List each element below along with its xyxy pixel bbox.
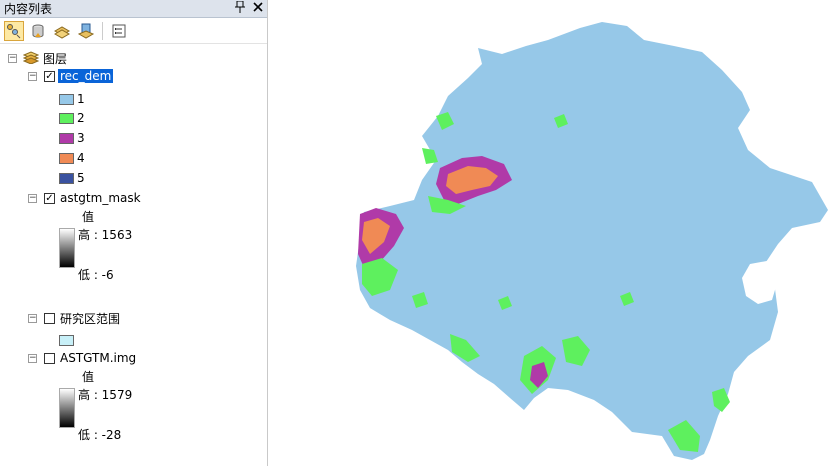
- legend-low: 低 : -6: [78, 266, 114, 282]
- layer-group-label: 图层: [43, 51, 68, 66]
- collapse-icon[interactable]: −: [28, 353, 37, 363]
- list-by-drawing-order-icon[interactable]: [4, 20, 24, 41]
- legend-low: 低 : -28: [78, 426, 121, 442]
- legend-value-title-text: 值: [82, 369, 95, 384]
- list-by-visibility-icon[interactable]: [52, 21, 72, 41]
- layer-name[interactable]: rec_dem: [58, 69, 114, 83]
- toc-titlebar: 内容列表: [0, 0, 267, 18]
- table-of-contents-panel: 内容列表 − 图层 − ✓ rec_dem 1 2 3 4 5 − ✓ astg…: [0, 0, 268, 466]
- legend-high: 高 : 1579: [78, 386, 132, 402]
- toc-title: 内容列表: [4, 2, 53, 16]
- legend-low-text: 低 : -6: [78, 267, 114, 282]
- legend-class-label: 5: [77, 171, 85, 185]
- map-display[interactable]: [272, 0, 835, 466]
- legend-value-title: 值: [82, 368, 94, 384]
- legend-class-row: 2: [59, 110, 85, 126]
- legend-fill-row: [59, 332, 74, 348]
- layer-name[interactable]: 研究区范围: [60, 310, 120, 327]
- legend-class-row: 3: [59, 130, 85, 146]
- legend-swatch: [59, 112, 74, 124]
- legend-swatch: [59, 172, 74, 184]
- close-icon[interactable]: [253, 1, 263, 16]
- layer-row-astgtm-mask[interactable]: − ✓ astgtm_mask: [28, 190, 141, 206]
- legend-high: 高 : 1563: [78, 226, 132, 242]
- legend-swatch: [59, 152, 74, 164]
- legend-class-row: 5: [59, 170, 85, 186]
- layer-name[interactable]: astgtm_mask: [60, 191, 141, 205]
- layers-group-icon: [22, 50, 40, 67]
- list-by-source-icon[interactable]: [28, 21, 48, 41]
- layer-visibility-checkbox[interactable]: ✓: [44, 192, 55, 204]
- legend-class-label: 3: [77, 131, 85, 145]
- legend-value-title: 值: [82, 208, 94, 224]
- legend-color-ramp: [59, 228, 75, 268]
- legend-swatch: [59, 132, 74, 144]
- collapse-icon[interactable]: −: [28, 313, 37, 323]
- layer-visibility-checkbox[interactable]: [44, 312, 55, 324]
- legend-high-text: 高 : 1579: [78, 387, 133, 402]
- layer-group-row[interactable]: − 图层: [8, 50, 67, 66]
- legend-swatch: [59, 93, 74, 105]
- legend-class-label: 4: [77, 151, 85, 165]
- layer-visibility-checkbox[interactable]: ✓: [44, 70, 55, 82]
- collapse-icon[interactable]: −: [8, 53, 17, 63]
- map-canvas[interactable]: [272, 0, 835, 466]
- layer-row-study-area[interactable]: − 研究区范围: [28, 310, 120, 326]
- pin-icon[interactable]: [235, 0, 245, 17]
- legend-low-text: 低 : -28: [78, 427, 122, 442]
- layer-row-astgtm-img[interactable]: − ASTGTM.img: [28, 350, 136, 366]
- list-by-selection-icon[interactable]: [76, 21, 96, 41]
- legend-color-ramp: [59, 388, 75, 428]
- legend-value-title-text: 值: [82, 209, 95, 224]
- study-region-raster: [356, 22, 828, 460]
- layer-visibility-checkbox[interactable]: [44, 352, 55, 364]
- collapse-icon[interactable]: −: [28, 71, 37, 81]
- options-icon[interactable]: [109, 21, 129, 41]
- legend-high-text: 高 : 1563: [78, 227, 133, 242]
- legend-class-row: 4: [59, 150, 85, 166]
- legend-class-row: 1: [59, 91, 85, 107]
- legend-class-label: 1: [77, 92, 85, 106]
- toc-toolbar: [0, 18, 267, 44]
- collapse-icon[interactable]: −: [28, 193, 37, 203]
- layer-row-rec-dem[interactable]: − ✓ rec_dem: [28, 68, 114, 84]
- layer-name[interactable]: ASTGTM.img: [60, 351, 136, 365]
- legend-swatch: [59, 334, 74, 346]
- legend-class-label: 2: [77, 111, 85, 125]
